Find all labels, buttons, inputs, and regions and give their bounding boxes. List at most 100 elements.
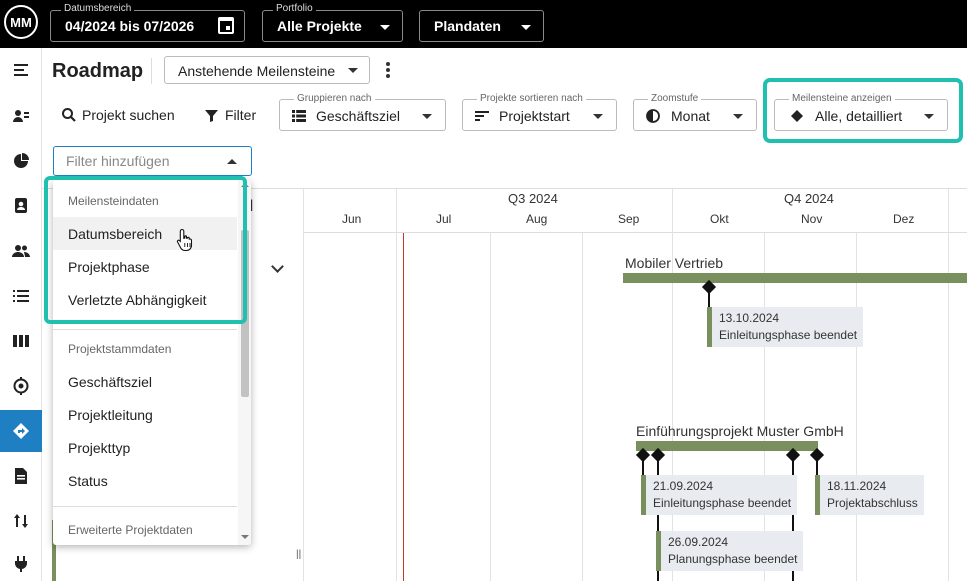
project-label[interactable]: Einführungsprojekt Muster GmbH [636, 423, 844, 439]
search-icon [62, 108, 76, 122]
dropdown-item-status[interactable]: Status [53, 464, 237, 497]
month-label: Aug [526, 212, 548, 226]
plug-icon [15, 556, 27, 572]
today-marker-line [403, 233, 404, 581]
dropdown-item-project-lead[interactable]: Projektleitung [53, 398, 237, 431]
dropdown-group-title: Erweiterte Projektdaten [68, 523, 193, 537]
document-icon [15, 468, 27, 484]
page-title: Roadmap [52, 60, 144, 82]
more-options-button[interactable] [383, 60, 393, 82]
filter-icon [205, 109, 218, 122]
data-type-select[interactable]: Plandaten [419, 10, 544, 42]
nav-dashboard[interactable] [0, 143, 42, 179]
project-search-label: Projekt suchen [82, 107, 175, 123]
grid-line [948, 189, 949, 581]
clipboard-person-icon [15, 198, 27, 213]
milestone-date: 13.10.2024 [719, 311, 780, 325]
kebab-dot [386, 68, 390, 72]
left-nav [0, 48, 42, 581]
chevron-down-icon [422, 114, 432, 119]
grid-line [764, 233, 765, 581]
grid-line [396, 189, 397, 581]
calendar-icon[interactable] [218, 17, 234, 34]
list-icon [13, 290, 29, 302]
people-icon [12, 245, 30, 257]
view-select[interactable]: Anstehende Meilensteine [164, 56, 370, 84]
nav-menu[interactable] [0, 52, 42, 88]
grid-line [856, 233, 857, 581]
menu-icon [14, 64, 28, 76]
nav-people[interactable] [0, 233, 42, 269]
quarter-label: Q4 2024 [784, 191, 834, 206]
quarter-label: Q3 2024 [508, 191, 558, 206]
portfolio-select[interactable]: Portfolio Alle Projekte [262, 3, 403, 42]
project-bar[interactable] [623, 273, 967, 283]
filter-button[interactable]: Filter [204, 104, 256, 126]
group-by-select[interactable]: Gruppieren nach Geschäftsziel [279, 93, 446, 131]
month-label: Nov [801, 212, 823, 226]
kebab-dot [386, 74, 390, 78]
milestone-label: Einleitungsphase beendet [653, 496, 792, 510]
project-search-button[interactable]: Projekt suchen [61, 104, 175, 126]
view-select-value: Anstehende Meilensteine [178, 63, 336, 79]
grid-line [672, 189, 673, 581]
logo-text: MM [10, 14, 32, 30]
add-filter-field[interactable] [53, 146, 252, 176]
milestone-card[interactable]: 18.11.2024 Projektabschluss [815, 475, 924, 515]
sort-icon [475, 111, 489, 121]
zoom-select[interactable]: Zoomstufe Monat [633, 93, 757, 131]
hand-cursor-icon [176, 228, 193, 252]
group-by-value: Geschäftsziel [316, 108, 401, 124]
chevron-down-icon [733, 114, 743, 119]
zoom-label: Zoomstufe [648, 93, 702, 104]
milestone-date: 21.09.2024 [653, 479, 714, 493]
dropdown-divider [53, 329, 237, 330]
dropdown-group-title: Projektstammdaten [68, 342, 172, 356]
grid-line [582, 233, 583, 581]
nav-assignments[interactable] [0, 187, 42, 223]
milestone-label: Einleitungsphase beendet [719, 328, 858, 342]
add-filter-input[interactable] [66, 153, 216, 169]
project-label[interactable]: Mobiler Vertrieb [625, 255, 723, 271]
dropdown-divider [53, 506, 237, 507]
date-range-field[interactable]: Datumsbereich 04/2024 bis 07/2026 [50, 3, 245, 42]
dropdown-item-business-goal[interactable]: Geschäftsziel [53, 365, 237, 398]
resize-handle[interactable]: || [296, 549, 301, 560]
milestone-date: 26.09.2024 [668, 535, 729, 549]
chevron-down-icon [593, 114, 603, 119]
milestone-label: Planungsphase beendet [668, 552, 798, 566]
date-range-value: 04/2024 bis 07/2026 [65, 18, 195, 34]
nav-list[interactable] [0, 278, 42, 314]
app-logo[interactable]: MM [4, 5, 38, 39]
month-label: Sep [618, 212, 640, 226]
sort-by-select[interactable]: Projekte sortieren nach Projektstart [462, 93, 617, 131]
zoom-level-icon [646, 109, 660, 123]
chevron-down-icon [348, 68, 358, 73]
highlight-frame-milestone-data [44, 176, 247, 324]
top-bar: MM Datumsbereich 04/2024 bis 07/2026 Por… [0, 0, 967, 48]
chevron-up-icon[interactable] [227, 159, 237, 164]
milestone-date: 18.11.2024 [827, 479, 887, 493]
title-divider [151, 58, 152, 84]
scroll-down-arrow-icon[interactable] [241, 535, 249, 539]
nav-persons[interactable] [0, 98, 42, 134]
sort-by-label: Projekte sortieren nach [477, 93, 586, 104]
chevron-down-icon [521, 25, 531, 30]
milestone-card[interactable]: 21.09.2024 Einleitungsphase beendet [641, 475, 798, 515]
nav-integrations[interactable] [0, 546, 42, 581]
portfolio-value: Alle Projekte [277, 18, 362, 34]
nav-board[interactable] [0, 323, 42, 359]
nav-roadmap[interactable] [0, 410, 42, 452]
milestone-card[interactable]: 13.10.2024 Einleitungsphase beendet [707, 307, 864, 347]
data-type-value: Plandaten [434, 18, 501, 34]
grid-line [490, 233, 491, 581]
chevron-down-icon[interactable] [271, 260, 284, 273]
month-label: Jul [436, 212, 452, 226]
month-label: Dez [893, 212, 915, 226]
milestone-card[interactable]: 26.09.2024 Planungsphase beendet [656, 531, 804, 571]
milestone-label: Projektabschluss [827, 496, 918, 510]
nav-transfers[interactable] [0, 503, 42, 539]
nav-goals[interactable] [0, 368, 42, 404]
nav-documents[interactable] [0, 458, 42, 494]
dropdown-item-project-type[interactable]: Projekttyp [53, 431, 237, 464]
